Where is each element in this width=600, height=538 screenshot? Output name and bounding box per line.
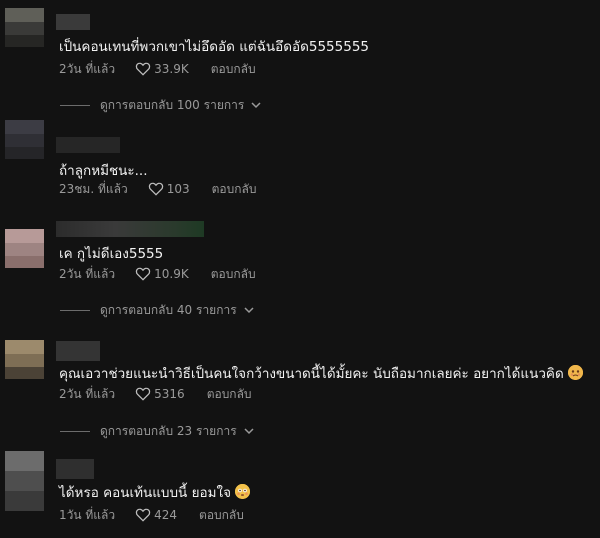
like-button[interactable]: 5316 (135, 387, 185, 401)
avatar-block (5, 367, 44, 379)
avatar-block (5, 354, 44, 367)
avatar-block (5, 147, 44, 159)
avatar-block (5, 243, 44, 256)
like-count: 424 (154, 508, 178, 522)
like-button[interactable]: 424 (135, 508, 177, 522)
like-button[interactable]: 10.9K (135, 267, 189, 281)
comment-meta: 2วัน ที่แล้ว 10.9K ตอบกลับ (59, 265, 256, 283)
heart-icon (135, 267, 151, 281)
comment-text: ได้หรอ คอนเท้นแบบนี้ ยอมใจ (59, 484, 250, 502)
view-replies-label: ดูการตอบกลับ 23 รายการ (100, 423, 237, 438)
comment-text-body: ได้หรอ คอนเท้นแบบนี้ ยอมใจ (59, 485, 231, 501)
avatar-block (5, 471, 44, 491)
avatar-block (5, 134, 44, 147)
reply-button[interactable]: ตอบกลับ (199, 506, 244, 525)
reply-button[interactable]: ตอบกลับ (211, 60, 256, 79)
username-redacted[interactable] (56, 221, 204, 237)
avatar-block (5, 35, 44, 47)
comment-text: คุณเอวาช่วยแนะนำวิธีเป็นคนใจกว้างขนาดนี้… (59, 365, 583, 383)
avatar[interactable] (5, 340, 44, 379)
username-redacted[interactable] (56, 137, 120, 153)
sad-face-icon (567, 365, 583, 380)
username-redacted[interactable] (56, 459, 94, 479)
like-button[interactable]: 103 (148, 182, 190, 196)
avatar-block (5, 451, 44, 471)
avatar[interactable] (5, 229, 44, 268)
heart-icon (135, 387, 151, 401)
divider-line (60, 104, 90, 106)
like-count: 10.9K (154, 267, 189, 281)
avatar[interactable] (5, 120, 44, 159)
like-count: 33.9K (154, 62, 189, 76)
chevron-down-icon (244, 306, 254, 313)
comment-time: 2วัน ที่แล้ว (59, 266, 116, 281)
like-count: 103 (166, 182, 190, 196)
username-redacted[interactable] (56, 341, 100, 361)
reply-button[interactable]: ตอบกลับ (207, 385, 252, 404)
avatar[interactable] (5, 8, 44, 47)
avatar-block (5, 491, 44, 511)
like-button[interactable]: 33.9K (135, 62, 189, 76)
view-replies-label: ดูการตอบกลับ 100 รายการ (100, 97, 245, 112)
heart-icon (135, 508, 151, 522)
like-count: 5316 (154, 387, 185, 401)
heart-icon (148, 182, 163, 196)
avatar-block (5, 340, 44, 354)
divider-line (60, 309, 90, 311)
comment-text: เป็นคอนเทนที่พวกเขาไม่อึดอัด แต่ฉันอึดอั… (59, 39, 369, 55)
view-replies-button[interactable]: ดูการตอบกลับ 23 รายการ (60, 423, 254, 439)
comment-time: 23ชม. ที่แล้ว (59, 181, 128, 196)
view-replies-button[interactable]: ดูการตอบกลับ 40 รายการ (60, 302, 254, 318)
avatar-block (5, 256, 44, 268)
flushed-face-icon (235, 484, 250, 499)
heart-icon (135, 62, 151, 76)
avatar[interactable] (5, 451, 44, 491)
comment-time: 2วัน ที่แล้ว (59, 61, 116, 76)
avatar-block (5, 229, 44, 243)
comment-meta: 1วัน ที่แล้ว 424 ตอบกลับ (59, 506, 244, 524)
comment-time: 2วัน ที่แล้ว (59, 386, 116, 401)
avatar-block (5, 120, 44, 134)
comment-meta: 23ชม. ที่แล้ว 103 ตอบกลับ (59, 180, 256, 198)
reply-button[interactable]: ตอบกลับ (212, 180, 257, 199)
view-replies-button[interactable]: ดูการตอบกลับ 100 รายการ (60, 97, 261, 113)
comment-text: ถ้าลูกหมีชนะ... (59, 163, 148, 179)
comment-text: เค กูไม่ดีเอง5555 (59, 246, 164, 262)
sad-face-emoji (567, 365, 583, 380)
comment-time: 1วัน ที่แล้ว (59, 507, 116, 522)
avatar-block (5, 8, 44, 22)
flushed-face-emoji (235, 484, 250, 499)
chevron-down-icon (251, 101, 261, 108)
avatar-block (5, 22, 44, 35)
comment-meta: 2วัน ที่แล้ว 5316 ตอบกลับ (59, 385, 252, 403)
comment-meta: 2วัน ที่แล้ว 33.9K ตอบกลับ (59, 60, 256, 78)
reply-button[interactable]: ตอบกลับ (211, 265, 256, 284)
comment-text-body: คุณเอวาช่วยแนะนำวิธีเป็นคนใจกว้างขนาดนี้… (59, 366, 564, 382)
username-redacted[interactable] (56, 14, 90, 30)
divider-line (60, 430, 90, 432)
chevron-down-icon (244, 427, 254, 434)
view-replies-label: ดูการตอบกลับ 40 รายการ (100, 302, 237, 317)
avatar-lower (5, 491, 44, 511)
